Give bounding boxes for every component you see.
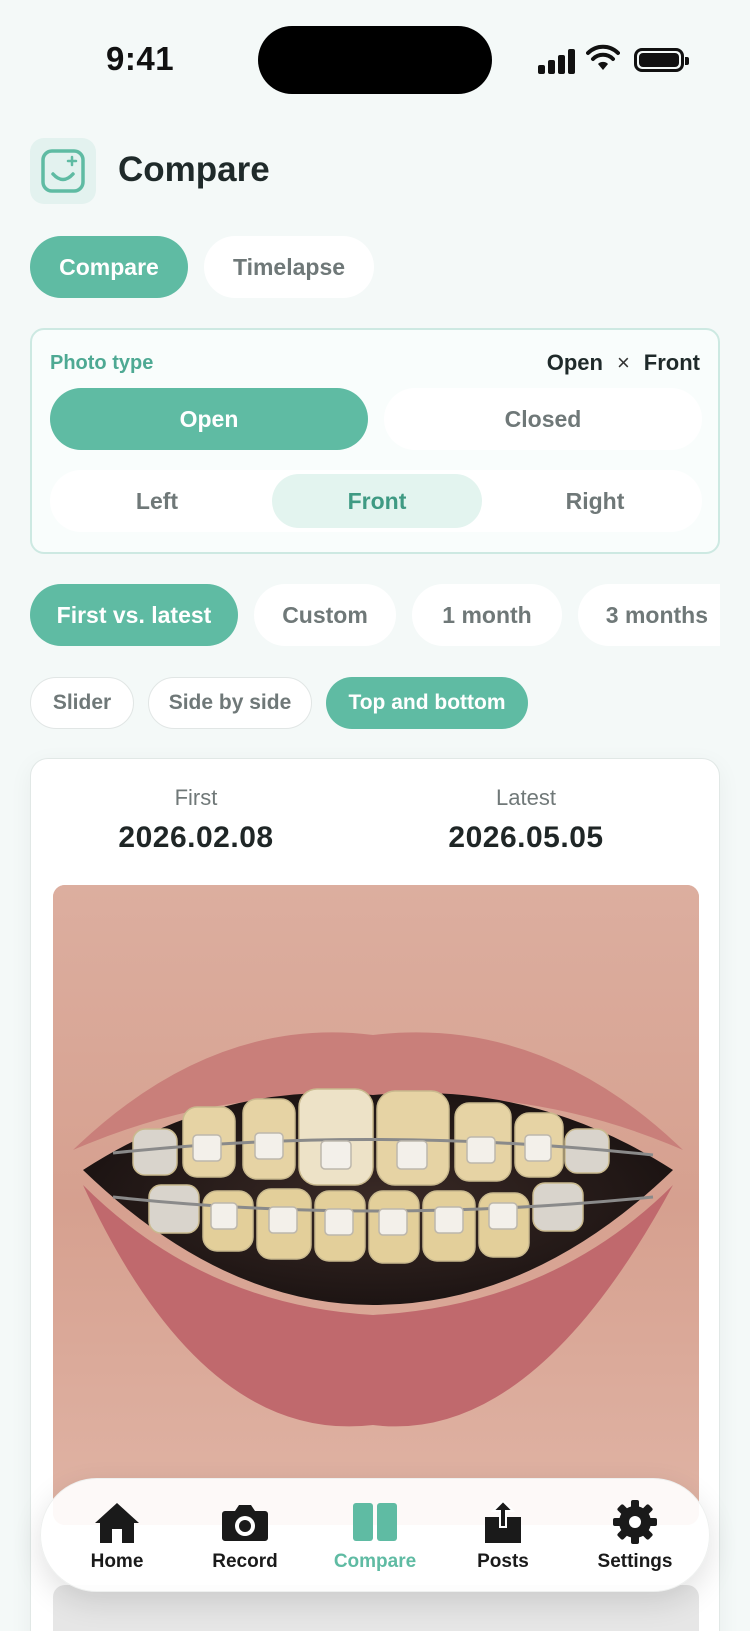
latest-date: 2026.05.05 — [448, 821, 604, 854]
nav-posts[interactable]: Posts — [439, 1479, 567, 1593]
nav-settings[interactable]: Settings — [571, 1479, 699, 1593]
app-logo-icon — [30, 138, 96, 204]
first-date-block: First 2026.02.08 — [31, 785, 361, 855]
nav-home[interactable]: Home — [53, 1479, 181, 1593]
page-title: Compare — [118, 150, 270, 189]
range-custom[interactable]: Custom — [254, 584, 396, 646]
photo-type-summary: Open × Front — [547, 350, 700, 376]
angle-left-option[interactable]: Left — [50, 474, 264, 528]
nav-compare[interactable]: Compare — [301, 1479, 449, 1593]
status-time: 9:41 — [106, 40, 175, 77]
summary-angle: Front — [643, 350, 700, 375]
dynamic-island — [258, 26, 492, 94]
view-side-by-side[interactable]: Side by side — [148, 677, 312, 729]
summary-mouth: Open — [546, 350, 603, 375]
angle-right-option[interactable]: Right — [488, 474, 702, 528]
nav-compare-label: Compare — [333, 1551, 417, 1572]
bottom-nav: Home Record Compare Posts Settings — [40, 1478, 710, 1592]
tab-compare[interactable]: Compare — [30, 236, 188, 298]
mouth-closed-option[interactable]: Closed — [384, 388, 702, 450]
tab-timelapse[interactable]: Timelapse — [204, 236, 374, 298]
nav-posts-label: Posts — [477, 1551, 529, 1572]
angle-front-option[interactable]: Front — [272, 474, 482, 528]
view-top-and-bottom[interactable]: Top and bottom — [326, 677, 528, 729]
gear-icon — [613, 1500, 657, 1544]
photo-type-label: Photo type — [50, 352, 154, 374]
share-icon — [485, 1499, 521, 1543]
status-bar: 9:41 — [0, 0, 750, 110]
battery-icon — [634, 48, 689, 72]
latest-label: Latest — [496, 785, 556, 810]
view-slider[interactable]: Slider — [30, 677, 134, 729]
range-1-month[interactable]: 1 month — [412, 584, 562, 646]
wifi-icon — [586, 44, 620, 70]
nav-settings-label: Settings — [597, 1551, 673, 1572]
nav-record-label: Record — [212, 1551, 278, 1572]
compare-icon — [353, 1503, 397, 1541]
mouth-open-option[interactable]: Open — [50, 388, 368, 450]
summary-separator: × — [616, 350, 630, 375]
first-date: 2026.02.08 — [118, 821, 274, 854]
cellular-signal-icon — [538, 48, 576, 74]
latest-date-block: Latest 2026.05.05 — [361, 785, 691, 855]
nav-record[interactable]: Record — [181, 1479, 309, 1593]
range-3-months[interactable]: 3 months — [578, 584, 720, 646]
nav-home-label: Home — [90, 1551, 144, 1572]
photo-type-card: Photo type Open × Front Open Closed Left… — [30, 328, 720, 554]
range-first-vs-latest[interactable]: First vs. latest — [30, 584, 238, 646]
home-icon — [95, 1503, 139, 1543]
first-photo — [53, 885, 699, 1525]
camera-icon — [222, 1505, 268, 1541]
first-label: First — [174, 785, 218, 810]
